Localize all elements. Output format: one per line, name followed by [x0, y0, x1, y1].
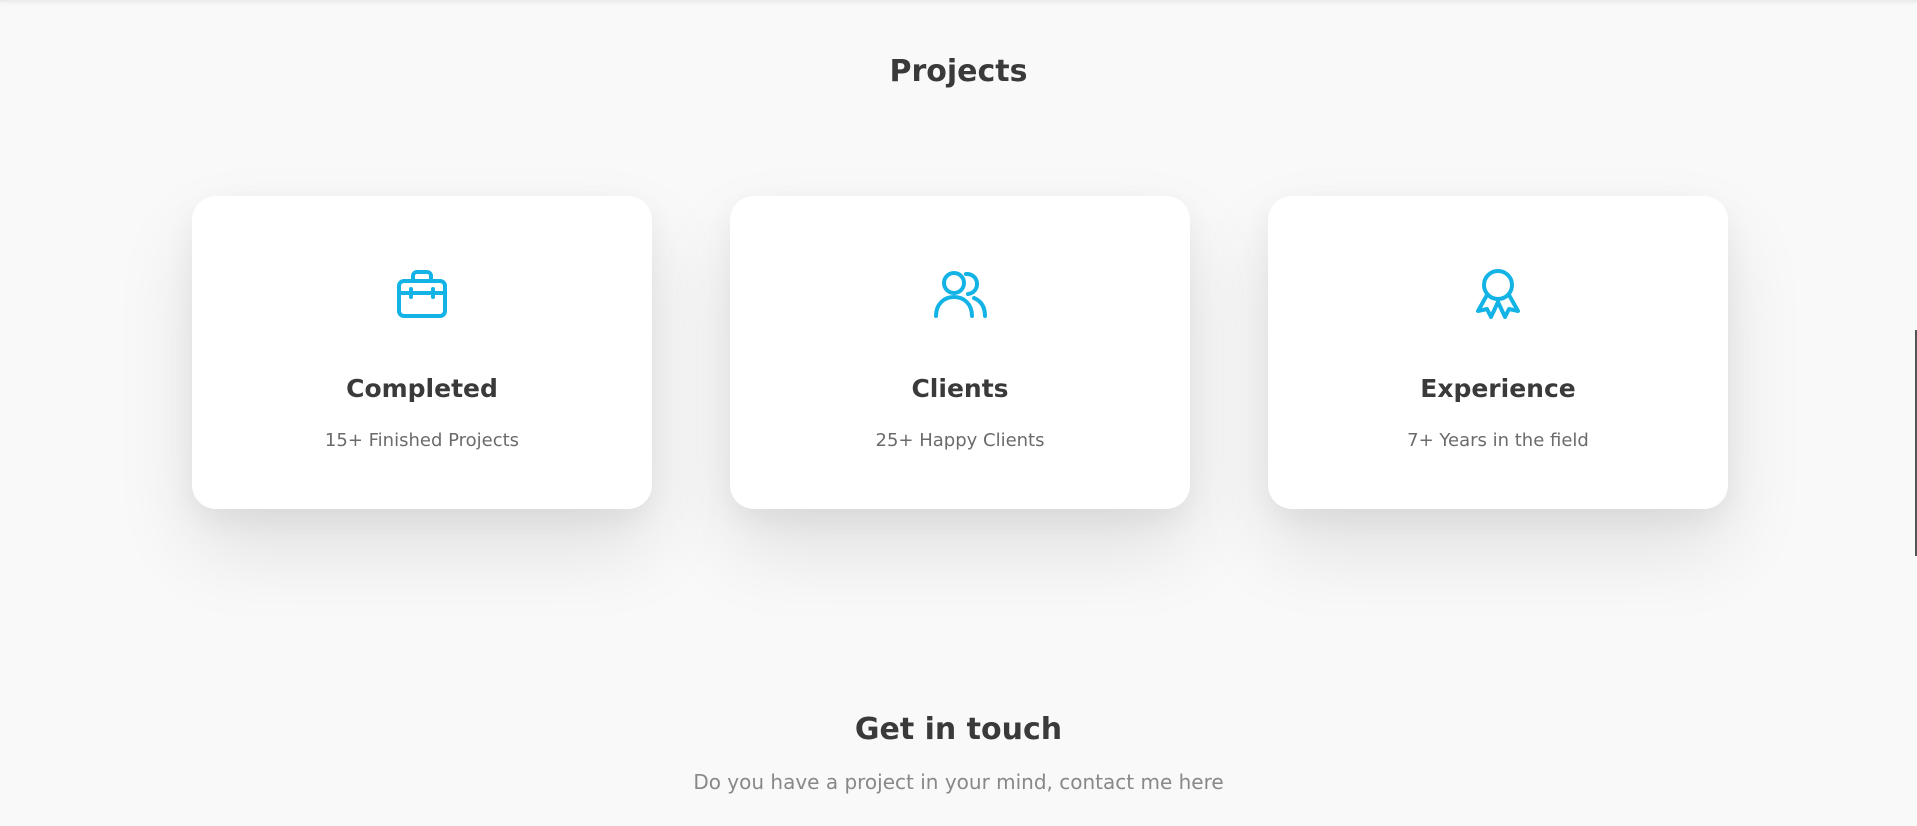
card-subtitle: 15+ Finished Projects [324, 430, 520, 451]
page: Projects Completed 15+ Finished Projects [0, 0, 1917, 826]
stats-cards: Completed 15+ Finished Projects Clients … [192, 196, 1728, 509]
card-subtitle: 7+ Years in the field [1407, 430, 1589, 451]
contact-title: Get in touch [854, 712, 1063, 747]
contact-subtitle: Do you have a project in your mind, cont… [693, 770, 1224, 794]
card-title: Completed [346, 374, 498, 403]
card-clients: Clients 25+ Happy Clients [730, 196, 1190, 509]
users-icon [932, 266, 988, 322]
card-completed: Completed 15+ Finished Projects [192, 196, 652, 509]
header-divider [0, 0, 1917, 2]
award-icon [1470, 266, 1526, 322]
card-title: Clients [911, 374, 1009, 403]
section-title: Projects [889, 54, 1028, 89]
card-subtitle: 25+ Happy Clients [875, 430, 1045, 451]
card-title: Experience [1420, 374, 1576, 403]
briefcase-icon [394, 266, 450, 322]
card-experience: Experience 7+ Years in the field [1268, 196, 1728, 509]
